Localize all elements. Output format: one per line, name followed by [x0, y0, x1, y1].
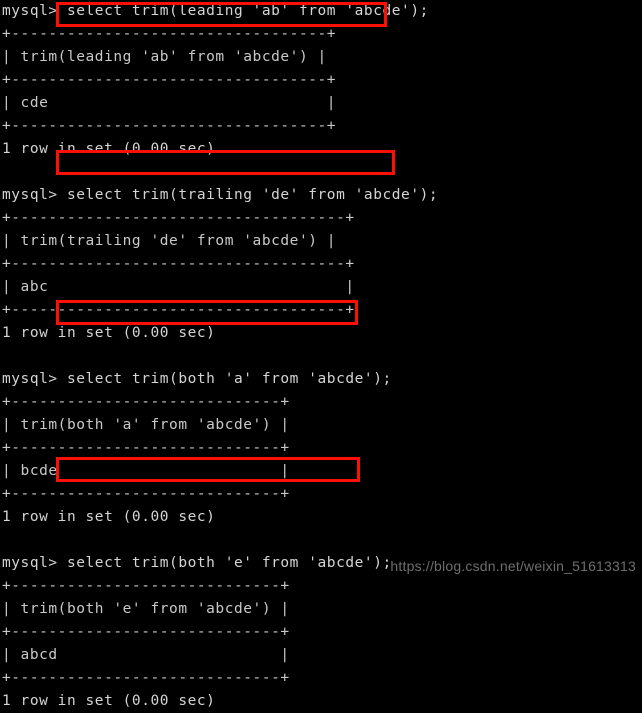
- table-mid-separator-2: +------------------------------------+: [2, 256, 355, 272]
- query-block-2: mysql> select trim(trailing 'de' from 'a…: [0, 184, 642, 345]
- query-block-4: mysql> select trim(both 'e' from 'abcde'…: [0, 552, 642, 713]
- prompt-label-1: mysql>: [2, 3, 58, 19]
- table-header-3: | trim(both 'a' from 'abcde') |: [2, 417, 290, 433]
- status-line-2: 1 row in set (0.00 sec): [2, 325, 216, 341]
- prompt-line-1: mysql> select trim(leading 'ab' from 'ab…: [0, 0, 642, 23]
- status-line-1: 1 row in set (0.00 sec): [2, 141, 216, 157]
- table-top-separator-1: +----------------------------------+: [2, 26, 337, 42]
- table-row-1: | cde |: [2, 95, 337, 111]
- prompt-label-2: mysql>: [2, 187, 58, 203]
- status-line-3: 1 row in set (0.00 sec): [2, 509, 216, 525]
- table-row-2: | abc |: [2, 279, 355, 295]
- table-top-separator-3: +-----------------------------+: [2, 394, 290, 410]
- prompt-label-4: mysql>: [2, 555, 58, 571]
- table-bottom-separator-4: +-----------------------------+: [2, 670, 290, 686]
- table-row-3: | bcde |: [2, 463, 290, 479]
- table-row-4: | abcd |: [2, 647, 290, 663]
- command-text-2[interactable]: select trim(trailing 'de' from 'abcde');: [58, 187, 438, 203]
- prompt-label-3: mysql>: [2, 371, 58, 387]
- watermark-text: https://blog.csdn.net/weixin_51613313: [390, 558, 636, 574]
- table-header-4: | trim(both 'e' from 'abcde') |: [2, 601, 290, 617]
- block-spacer-2: [0, 345, 642, 368]
- block-spacer-3: [0, 529, 642, 552]
- table-bottom-separator-1: +----------------------------------+: [2, 118, 337, 134]
- table-bottom-separator-3: +-----------------------------+: [2, 486, 290, 502]
- table-top-separator-4: +-----------------------------+: [2, 578, 290, 594]
- prompt-line-3: mysql> select trim(both 'a' from 'abcde'…: [0, 368, 642, 391]
- status-line-4: 1 row in set (0.00 sec): [2, 693, 216, 709]
- command-text-1[interactable]: select trim(leading 'ab' from 'abcde');: [58, 3, 429, 19]
- prompt-line-2: mysql> select trim(trailing 'de' from 'a…: [0, 184, 642, 207]
- table-bottom-separator-2: +------------------------------------+: [2, 302, 355, 318]
- table-mid-separator-1: +----------------------------------+: [2, 72, 337, 88]
- table-mid-separator-3: +-----------------------------+: [2, 440, 290, 456]
- query-block-1: mysql> select trim(leading 'ab' from 'ab…: [0, 0, 642, 161]
- terminal-window: mysql> select trim(leading 'ab' from 'ab…: [0, 0, 642, 709]
- table-top-separator-2: +------------------------------------+: [2, 210, 355, 226]
- table-header-1: | trim(leading 'ab' from 'abcde') |: [2, 49, 327, 65]
- block-spacer-1: [0, 161, 642, 184]
- command-text-4[interactable]: select trim(both 'e' from 'abcde');: [58, 555, 392, 571]
- query-block-3: mysql> select trim(both 'a' from 'abcde'…: [0, 368, 642, 529]
- table-mid-separator-4: +-----------------------------+: [2, 624, 290, 640]
- command-text-3[interactable]: select trim(both 'a' from 'abcde');: [58, 371, 392, 387]
- table-header-2: | trim(trailing 'de' from 'abcde') |: [2, 233, 337, 249]
